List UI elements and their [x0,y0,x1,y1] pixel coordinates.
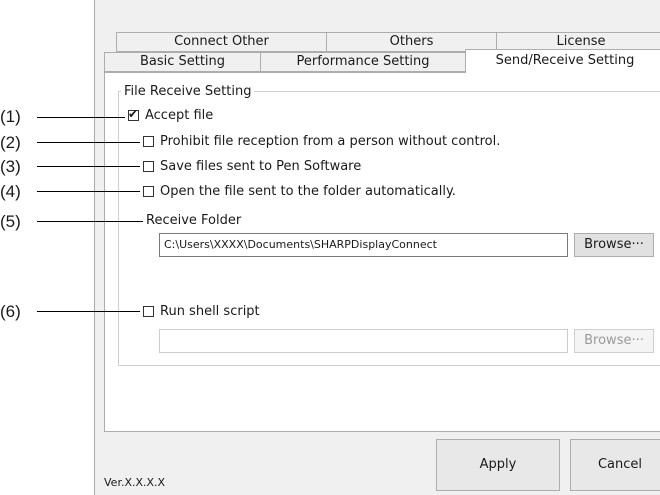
run-shell-script-checkbox[interactable] [143,306,154,317]
callout-1: (1) [0,107,21,126]
accept-file-checkbox[interactable]: ✔ [128,107,139,121]
check-mark-icon: ✔ [128,107,139,121]
run-shell-script-option[interactable]: Run shell script [143,304,260,319]
open-folder-option[interactable]: Open the file sent to the folder automat… [143,184,456,199]
accept-file-option[interactable]: ✔ Accept file [128,107,214,123]
shell-script-input[interactable] [159,329,568,353]
accept-file-label: Accept file [145,108,214,123]
run-shell-script-label: Run shell script [160,304,260,319]
callout-5: (5) [0,212,21,231]
version-label: Ver.X.X.X.X [104,476,166,489]
save-to-pen-checkbox[interactable] [143,161,154,172]
callout-3: (3) [0,157,21,176]
leader-line-5 [37,221,143,222]
save-to-pen-label: Save files sent to Pen Software [160,159,362,174]
cancel-button[interactable]: Cancel [570,439,660,491]
prohibit-reception-option[interactable]: Prohibit file reception from a person wi… [143,134,500,149]
leader-line-1 [37,117,125,118]
tab-basic-setting[interactable]: Basic Setting [104,52,261,72]
file-receive-group-title: File Receive Setting [121,84,255,100]
callout-6: (6) [0,302,21,321]
shell-script-browse-button[interactable]: Browse··· [574,329,654,353]
callout-2: (2) [0,133,21,152]
receive-folder-browse-button[interactable]: Browse··· [574,233,654,257]
tab-connect-other[interactable]: Connect Other [116,32,327,52]
leader-line-4 [37,191,140,192]
receive-folder-input[interactable]: C:\Users\XXXX\Documents\SHARPDisplayConn… [159,233,568,257]
save-to-pen-option[interactable]: Save files sent to Pen Software [143,159,361,174]
tab-send-receive-setting[interactable]: Send/Receive Setting [465,49,660,73]
prohibit-reception-label: Prohibit file reception from a person wi… [160,134,501,149]
receive-folder-label: Receive Folder [146,213,242,228]
open-folder-label: Open the file sent to the folder automat… [160,184,456,199]
apply-button[interactable]: Apply [436,439,560,491]
callout-4: (4) [0,182,21,201]
tab-performance-setting[interactable]: Performance Setting [260,52,466,72]
prohibit-reception-checkbox[interactable] [143,136,154,147]
leader-line-6 [37,311,140,312]
leader-line-3 [37,166,140,167]
open-folder-checkbox[interactable] [143,186,154,197]
leader-line-2 [37,142,140,143]
